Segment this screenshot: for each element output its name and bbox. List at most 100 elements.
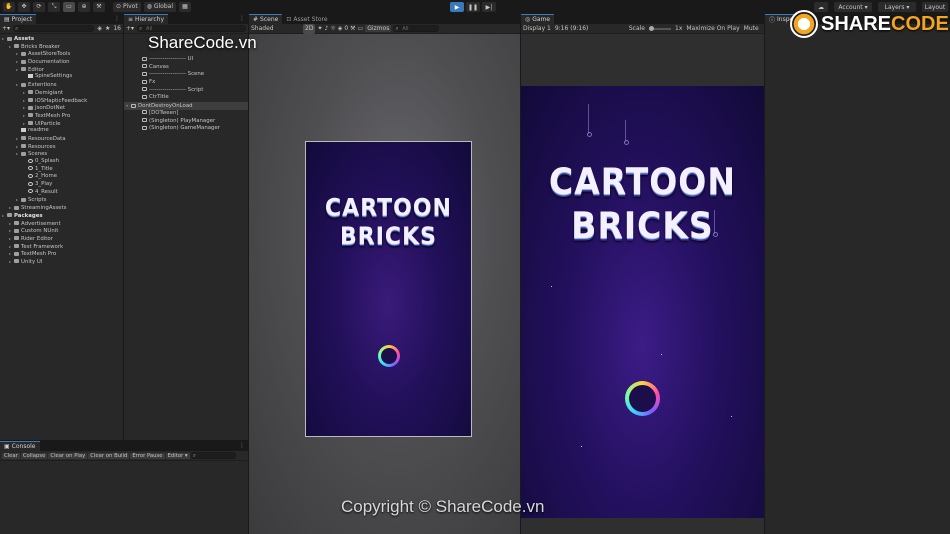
tool-button-5[interactable]: ⊕ bbox=[78, 1, 90, 12]
project-item[interactable]: ▸ Packages bbox=[0, 212, 123, 220]
console-button-3[interactable]: Clear on Build bbox=[88, 452, 130, 459]
grid-snap-button[interactable]: ▦ bbox=[179, 1, 191, 12]
filter-icon[interactable]: ◈ bbox=[97, 25, 102, 32]
console-search-input[interactable] bbox=[190, 452, 236, 460]
hierarchy-item[interactable]: (Singleton) GameManager bbox=[124, 125, 248, 133]
project-item[interactable]: ▸ UIParticle bbox=[0, 120, 123, 128]
project-item[interactable]: ▸ Editor bbox=[0, 66, 123, 74]
effects-icon[interactable]: ☼ bbox=[330, 25, 335, 32]
pause-button[interactable]: ❚❚ bbox=[466, 2, 480, 12]
aspect-dropdown[interactable]: 9:16 (9:16) bbox=[555, 25, 625, 32]
console-button-4[interactable]: Error Pause bbox=[130, 452, 165, 459]
light-icon[interactable]: ✦ bbox=[317, 25, 322, 32]
project-item[interactable]: 1_Title bbox=[0, 166, 123, 174]
project-item[interactable]: ▸ iOSHapticFeedback bbox=[0, 97, 123, 105]
tool-button-2[interactable]: ⟳ bbox=[33, 1, 45, 12]
camera-icon[interactable]: ▭ bbox=[358, 25, 364, 32]
project-item[interactable]: 2_Home bbox=[0, 173, 123, 181]
panel-menu-icon[interactable]: ⋮ bbox=[239, 15, 245, 22]
tool-button-6[interactable]: ⚒ bbox=[93, 1, 105, 12]
tab-game[interactable]: ◎ Game bbox=[521, 14, 555, 24]
tool-button-1[interactable]: ✥ bbox=[18, 1, 30, 12]
star-icon[interactable]: ★ bbox=[105, 25, 110, 32]
scene-search-input[interactable]: All bbox=[393, 25, 440, 33]
project-item[interactable]: ▸ Custom NUnit bbox=[0, 227, 123, 235]
project-item[interactable]: ▸ JsonDotNet bbox=[0, 104, 123, 112]
project-item[interactable]: 0_Splash bbox=[0, 158, 123, 166]
project-item[interactable]: ▸ Advertisement bbox=[0, 220, 123, 228]
project-item[interactable]: SpineSettings bbox=[0, 73, 123, 81]
mute-toggle[interactable]: Mute bbox=[744, 25, 759, 32]
hierarchy-item[interactable]: ▾ DontDestroyOnLoad bbox=[124, 102, 248, 110]
tab-project[interactable]: ▤ Project bbox=[0, 14, 37, 24]
project-item[interactable]: ▸ TextMesh Pro bbox=[0, 250, 123, 258]
scene-camera-frame[interactable]: CARTOON BRICKS bbox=[305, 141, 472, 437]
console-button-5[interactable]: Editor ▾ bbox=[165, 452, 190, 459]
scale-slider[interactable] bbox=[649, 25, 671, 31]
maximize-toggle[interactable]: Maximize On Play bbox=[686, 25, 739, 32]
tab-hierarchy[interactable]: ≡ Hierarchy bbox=[124, 14, 169, 24]
gizmos-dropdown[interactable]: Gizmos bbox=[365, 25, 392, 32]
project-item[interactable]: ▸ Documentation bbox=[0, 58, 123, 66]
folder-icon bbox=[14, 251, 19, 256]
project-item[interactable]: ▸ Bricks Breaker bbox=[0, 43, 123, 51]
display-dropdown[interactable]: Display 1 bbox=[523, 25, 551, 32]
pivot-toggle[interactable]: ⊙ Pivot bbox=[113, 1, 141, 12]
tool-button-0[interactable]: ✋ bbox=[3, 1, 15, 12]
console-button-2[interactable]: Clear on Play bbox=[48, 452, 88, 459]
project-item[interactable]: ▸ Test Framework bbox=[0, 243, 123, 251]
project-item[interactable]: readme bbox=[0, 127, 123, 135]
tool-button-3[interactable]: ⤡ bbox=[48, 1, 60, 12]
tab-console[interactable]: ▣ Console bbox=[0, 441, 40, 451]
audio-icon[interactable]: ♪ bbox=[324, 25, 328, 32]
panel-menu-icon[interactable]: ⋮ bbox=[114, 15, 120, 22]
console-button-0[interactable]: Clear bbox=[2, 452, 20, 459]
tool-icon: ⚒ bbox=[96, 3, 102, 10]
project-item[interactable]: ▸ Assets bbox=[0, 35, 123, 43]
tab-asset-store[interactable]: ⊡ Asset Store bbox=[282, 14, 332, 24]
add-icon[interactable]: +▾ bbox=[126, 25, 134, 32]
project-item[interactable]: ▸ Extentions bbox=[0, 81, 123, 89]
tool-button-4[interactable]: ▭ bbox=[63, 1, 75, 12]
project-item[interactable]: ▸ TextMesh Pro bbox=[0, 112, 123, 120]
scene-logo: CARTOON BRICKS bbox=[306, 194, 471, 251]
hierarchy-item-label: DontDestroyOnLoad bbox=[138, 103, 193, 110]
project-item[interactable]: ▸ Scripts bbox=[0, 196, 123, 204]
grid-icon: ▦ bbox=[182, 3, 188, 10]
hierarchy-item[interactable]: ------------------- Script bbox=[124, 87, 248, 95]
project-item[interactable]: ▸ Demigiant bbox=[0, 89, 123, 97]
step-button[interactable]: ▶| bbox=[482, 2, 496, 12]
project-item[interactable]: ▸ Scenes bbox=[0, 150, 123, 158]
project-item[interactable]: 3_Play bbox=[0, 181, 123, 189]
global-toggle[interactable]: ◍ Global bbox=[143, 1, 176, 12]
panel-menu-icon[interactable]: ⋮ bbox=[239, 442, 245, 449]
hierarchy-item[interactable]: CtrTitle bbox=[124, 94, 248, 102]
hierarchy-item[interactable]: ------------------- Scene bbox=[124, 71, 248, 79]
project-item[interactable]: ▸ Rider Editor bbox=[0, 235, 123, 243]
play-button[interactable]: ▶ bbox=[450, 2, 464, 12]
hierarchy-item[interactable]: Canvas bbox=[124, 64, 248, 72]
project-item[interactable]: ▸ Unity UI bbox=[0, 258, 123, 266]
project-item-label: readme bbox=[28, 127, 49, 134]
project-item[interactable]: ▸ Resources bbox=[0, 143, 123, 151]
2d-toggle[interactable]: 2D bbox=[303, 23, 316, 34]
tools-icon[interactable]: ⚒ bbox=[350, 25, 355, 32]
project-item[interactable]: ▸ StreamingAssets bbox=[0, 204, 123, 212]
add-icon[interactable]: +▾ bbox=[2, 25, 10, 32]
hierarchy-item[interactable]: [DOTween] bbox=[124, 110, 248, 118]
tab-scene[interactable]: # Scene bbox=[249, 14, 283, 24]
game-frame[interactable]: CARTOON BRICKS bbox=[521, 86, 764, 518]
hierarchy-search-input[interactable]: All bbox=[137, 25, 246, 33]
folder-icon bbox=[21, 144, 26, 149]
hierarchy-item[interactable]: (Singleton) PlayManager bbox=[124, 118, 248, 126]
project-item[interactable]: 4_Result bbox=[0, 189, 123, 197]
hierarchy-item[interactable]: ------------------- UI bbox=[124, 56, 248, 64]
scale-slider-thumb[interactable] bbox=[649, 25, 654, 31]
project-item[interactable]: ▸ AssetStoreTools bbox=[0, 50, 123, 58]
shading-dropdown[interactable]: Shaded bbox=[251, 25, 301, 32]
console-button-1[interactable]: Collapse bbox=[20, 452, 48, 459]
project-search-input[interactable] bbox=[13, 25, 95, 33]
layers-icon[interactable]: ◈ bbox=[338, 25, 343, 32]
project-item[interactable]: ▸ ResourceData bbox=[0, 135, 123, 143]
hierarchy-item[interactable]: Fx bbox=[124, 79, 248, 87]
